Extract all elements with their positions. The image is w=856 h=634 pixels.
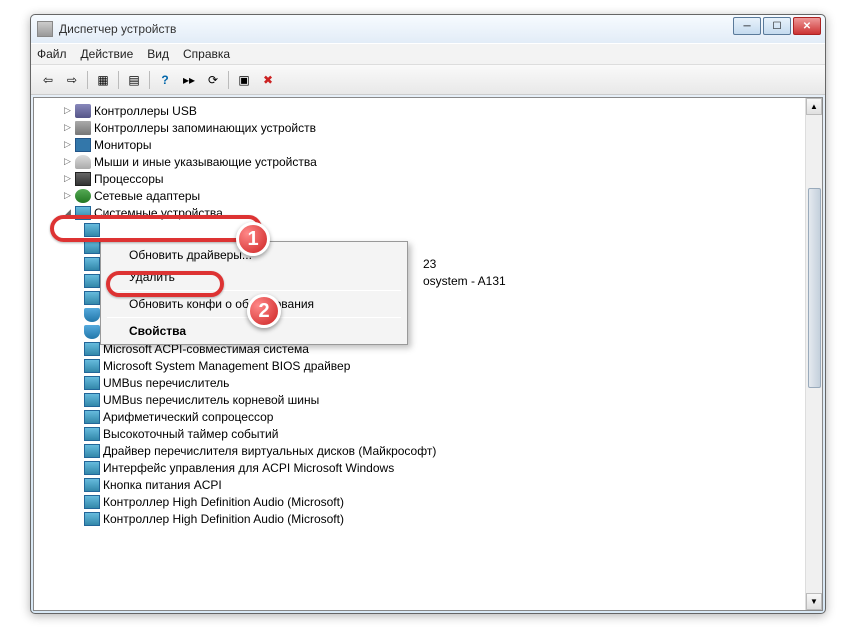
help-button[interactable]: ? <box>154 69 176 91</box>
cpu-icon <box>75 172 91 186</box>
menu-delete[interactable]: Удалить <box>103 266 405 288</box>
tree-item[interactable]: Контроллер High Definition Audio (Micros… <box>34 510 822 527</box>
menu-help[interactable]: Справка <box>183 47 230 61</box>
tree-item[interactable]: Драйвер перечислителя виртуальных дисков… <box>34 442 822 459</box>
close-button[interactable]: ✕ <box>793 17 821 35</box>
device-icon <box>84 274 100 288</box>
tree-node-network[interactable]: ▷Сетевые адаптеры <box>34 187 822 204</box>
device-icon <box>84 427 100 441</box>
device-icon <box>84 461 100 475</box>
forward-button[interactable]: ⇨ <box>61 69 83 91</box>
expand-icon[interactable]: ▷ <box>62 190 73 201</box>
uninstall-button[interactable]: ▣ <box>233 69 255 91</box>
device-icon <box>84 325 100 339</box>
network-icon <box>75 189 91 203</box>
device-icon <box>84 342 100 356</box>
tree-item[interactable]: Интерфейс управления для ACPI Microsoft … <box>34 459 822 476</box>
menubar: Файл Действие Вид Справка <box>31 43 825 65</box>
annotation-badge-2: 2 <box>247 294 281 328</box>
menu-action[interactable]: Действие <box>81 47 134 61</box>
monitor-icon <box>75 138 91 152</box>
scroll-down-button[interactable]: ▼ <box>806 593 822 610</box>
device-icon <box>84 410 100 424</box>
update-button[interactable]: ⟳ <box>202 69 224 91</box>
context-menu: Обновить драйверы... Удалить Обновить ко… <box>100 241 408 345</box>
back-button[interactable]: ⇦ <box>37 69 59 91</box>
device-icon <box>84 308 100 322</box>
storage-icon <box>75 121 91 135</box>
menu-separator <box>107 290 401 291</box>
tree-item[interactable]: UMBus перечислитель <box>34 374 822 391</box>
usb-icon <box>75 104 91 118</box>
tree-node-mice[interactable]: ▷Мыши и иные указывающие устройства <box>34 153 822 170</box>
content-area: ▷Контроллеры USB ▷Контроллеры запоминающ… <box>33 97 823 611</box>
tree-item[interactable]: UMBus перечислитель корневой шины <box>34 391 822 408</box>
vertical-scrollbar[interactable]: ▲ ▼ <box>805 98 822 610</box>
expand-icon[interactable]: ▷ <box>62 105 73 116</box>
tree-node-system[interactable]: ◢Системные устройства <box>34 204 822 221</box>
tree-item[interactable]: Кнопка питания ACPI <box>34 476 822 493</box>
tree-node-monitors[interactable]: ▷Мониторы <box>34 136 822 153</box>
device-icon <box>84 376 100 390</box>
expand-icon[interactable]: ▷ <box>62 139 73 150</box>
system-icon <box>75 206 91 220</box>
show-hide-button[interactable]: ▦ <box>92 69 114 91</box>
tree-node-usb[interactable]: ▷Контроллеры USB <box>34 102 822 119</box>
expand-icon[interactable]: ▷ <box>62 173 73 184</box>
toolbar: ⇦ ⇨ ▦ ▤ ? ▸▸ ⟳ ▣ ✖ <box>31 65 825 95</box>
device-icon <box>84 393 100 407</box>
maximize-button[interactable]: ☐ <box>763 17 791 35</box>
device-icon <box>84 257 100 271</box>
menu-file[interactable]: Файл <box>37 47 67 61</box>
device-icon <box>84 223 100 237</box>
menu-view[interactable]: Вид <box>147 47 169 61</box>
properties-button[interactable]: ▤ <box>123 69 145 91</box>
tree-item[interactable]: Контроллер High Definition Audio (Micros… <box>34 493 822 510</box>
expand-icon[interactable]: ▷ <box>62 156 73 167</box>
tree-item[interactable]: Microsoft System Management BIOS драйвер <box>34 357 822 374</box>
disable-button[interactable]: ✖ <box>257 69 279 91</box>
tree-item[interactable]: Высокоточный таймер событий <box>34 425 822 442</box>
device-icon <box>84 495 100 509</box>
expand-icon[interactable]: ▷ <box>62 122 73 133</box>
device-icon <box>84 291 100 305</box>
mouse-icon <box>75 155 91 169</box>
device-icon <box>84 444 100 458</box>
tree-node-cpu[interactable]: ▷Процессоры <box>34 170 822 187</box>
collapse-icon[interactable]: ◢ <box>62 207 73 218</box>
minimize-button[interactable]: ─ <box>733 17 761 35</box>
tree-node-storage[interactable]: ▷Контроллеры запоминающих устройств <box>34 119 822 136</box>
device-icon <box>84 359 100 373</box>
app-icon <box>37 21 53 37</box>
tree-item[interactable] <box>34 221 822 238</box>
device-icon <box>84 478 100 492</box>
window-title: Диспетчер устройств <box>59 22 176 36</box>
annotation-badge-1: 1 <box>236 222 270 256</box>
tree-item[interactable]: Арифметический сопроцессор <box>34 408 822 425</box>
scroll-up-button[interactable]: ▲ <box>806 98 822 115</box>
scroll-thumb[interactable] <box>808 188 821 388</box>
scan-button[interactable]: ▸▸ <box>178 69 200 91</box>
titlebar[interactable]: Диспетчер устройств ─ ☐ ✕ <box>31 15 825 43</box>
device-icon <box>84 512 100 526</box>
device-icon <box>84 240 100 254</box>
